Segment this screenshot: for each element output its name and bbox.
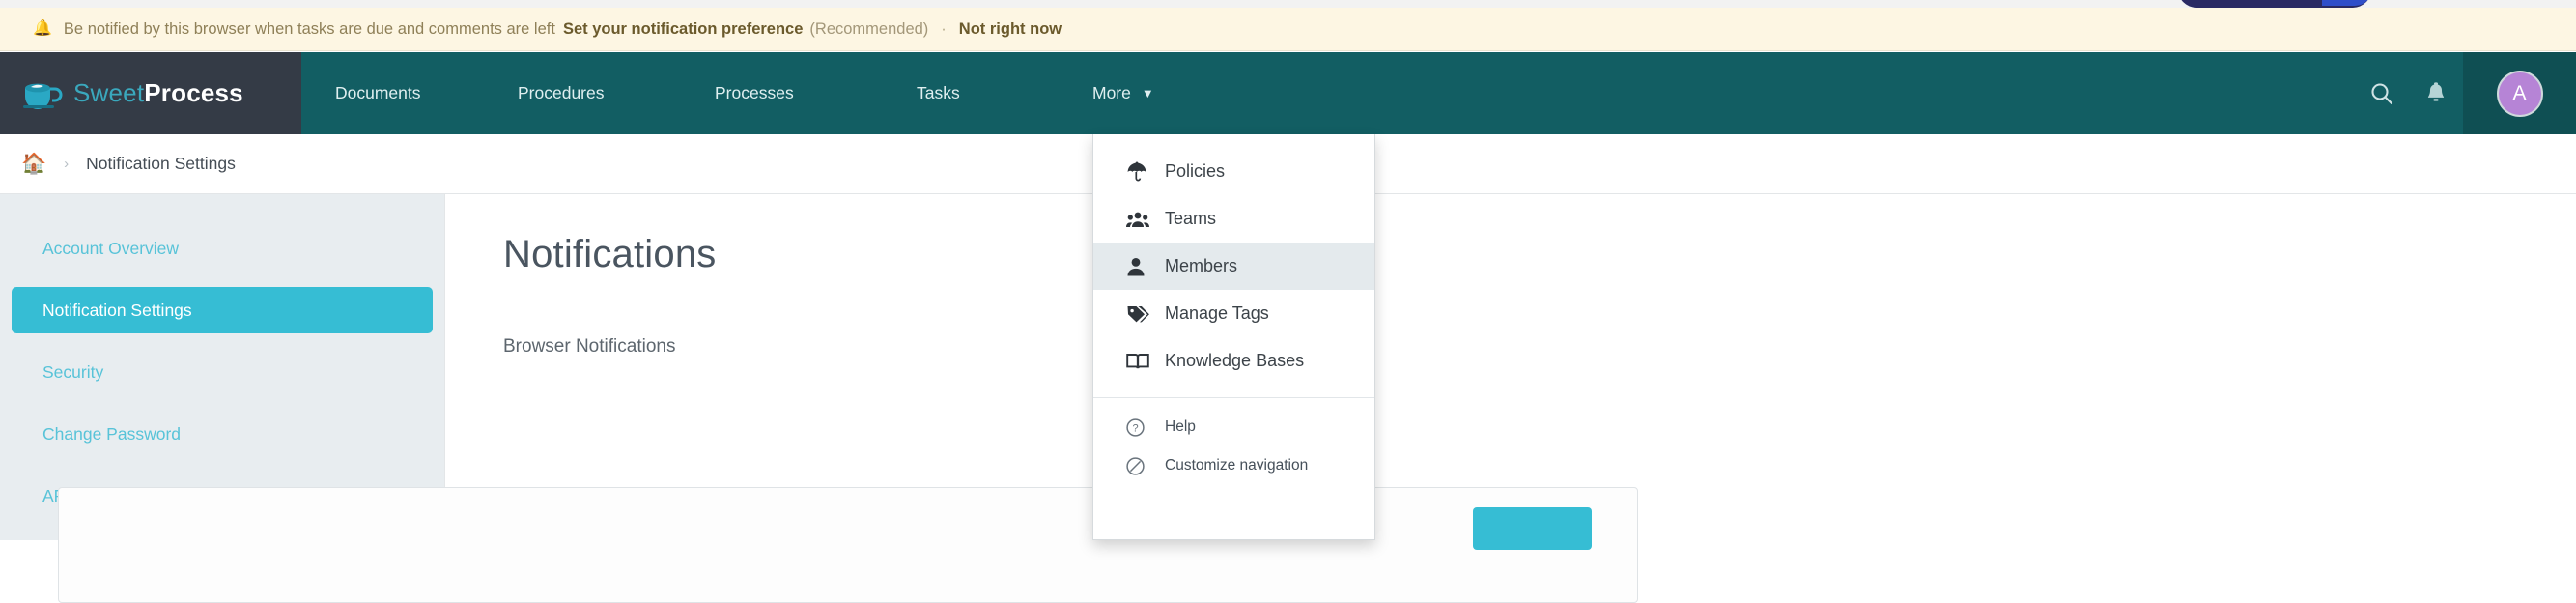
home-icon[interactable]: 🏠 — [21, 154, 46, 174]
search-icon[interactable] — [2355, 52, 2409, 134]
set-notification-preference-link[interactable]: Set your notification preference — [563, 20, 803, 39]
nav-item-documents[interactable]: Documents — [335, 52, 421, 134]
browser-notification-banner: 🔔 Be notified by this browser when tasks… — [0, 8, 2576, 51]
dropdown-item-members[interactable]: Members — [1093, 243, 1374, 290]
svg-text:?: ? — [1132, 422, 1138, 434]
banner-separator: · — [941, 19, 947, 38]
sidebar-item-account-overview[interactable]: Account Overview — [12, 225, 433, 272]
sidebar-item-change-password[interactable]: Change Password — [12, 411, 433, 457]
open-book-icon — [1126, 351, 1157, 372]
dropdown-item-policies[interactable]: Policies — [1093, 148, 1374, 195]
bell-icon: 🔔 — [33, 20, 52, 37]
notifications-bell-icon[interactable] — [2409, 52, 2463, 134]
user-icon — [1126, 256, 1157, 277]
question-circle-icon: ? — [1126, 417, 1157, 437]
browser-notifications-panel — [58, 487, 1638, 603]
dropdown-item-knowledge-bases-label: Knowledge Bases — [1165, 351, 1305, 370]
main-navbar: SweetProcess Documents Procedures Proces… — [0, 52, 2576, 134]
dropdown-item-members-label: Members — [1165, 256, 1238, 275]
banner-message: Be notified by this browser when tasks a… — [63, 19, 555, 38]
brand-logo-text: SweetProcess — [73, 78, 243, 108]
umbrella-icon — [1126, 161, 1157, 183]
brand-logo-process: Process — [144, 78, 243, 107]
brand-logo-sweet: Sweet — [73, 78, 145, 107]
user-menu-button[interactable]: A — [2463, 52, 2576, 134]
slash-circle-icon — [1126, 456, 1157, 475]
dropdown-item-knowledge-bases[interactable]: Knowledge Bases — [1093, 337, 1374, 385]
dropdown-item-teams-label: Teams — [1165, 209, 1217, 228]
not-right-now-link[interactable]: Not right now — [959, 20, 1062, 39]
nav-item-more-label: More — [1092, 83, 1131, 102]
dropdown-item-manage-tags-label: Manage Tags — [1165, 303, 1269, 323]
dropdown-item-customize-navigation-label: Customize navigation — [1165, 457, 1309, 474]
page-title: Notifications — [503, 233, 717, 275]
dropdown-item-help-label: Help — [1165, 418, 1196, 435]
save-button[interactable] — [1473, 507, 1592, 550]
navbar-actions: A — [2355, 52, 2576, 134]
tag-icon — [1126, 303, 1157, 325]
coffee-cup-icon — [23, 83, 63, 109]
more-dropdown-menu: Policies Teams Members Manage Tags Knowl… — [1092, 134, 1375, 540]
sidebar-item-notification-settings[interactable]: Notification Settings — [12, 287, 433, 333]
browser-chrome-sliver — [0, 0, 2576, 8]
nav-item-tasks[interactable]: Tasks — [917, 52, 960, 134]
nav-item-more[interactable]: More ▼ — [1092, 52, 1154, 134]
section-subtitle: Browser Notifications — [503, 336, 676, 357]
sidebar-item-security[interactable]: Security — [12, 349, 433, 395]
brand-logo[interactable]: SweetProcess — [0, 52, 301, 134]
dropdown-item-policies-label: Policies — [1165, 161, 1226, 181]
nav-item-processes[interactable]: Processes — [715, 52, 794, 134]
banner-recommended-label: (Recommended) — [809, 19, 929, 38]
dropdown-item-help[interactable]: ? Help — [1093, 408, 1374, 446]
avatar: A — [2496, 70, 2543, 117]
chevron-down-icon: ▼ — [1141, 86, 1154, 100]
dropdown-item-manage-tags[interactable]: Manage Tags — [1093, 290, 1374, 337]
nav-item-procedures[interactable]: Procedures — [518, 52, 605, 134]
dropdown-item-teams[interactable]: Teams — [1093, 195, 1374, 243]
dropdown-item-customize-navigation[interactable]: Customize navigation — [1093, 446, 1374, 485]
dropdown-divider — [1093, 397, 1374, 398]
breadcrumb-chevron-icon: › — [64, 156, 70, 172]
breadcrumb-current-page: Notification Settings — [86, 154, 236, 173]
users-icon — [1126, 209, 1157, 230]
